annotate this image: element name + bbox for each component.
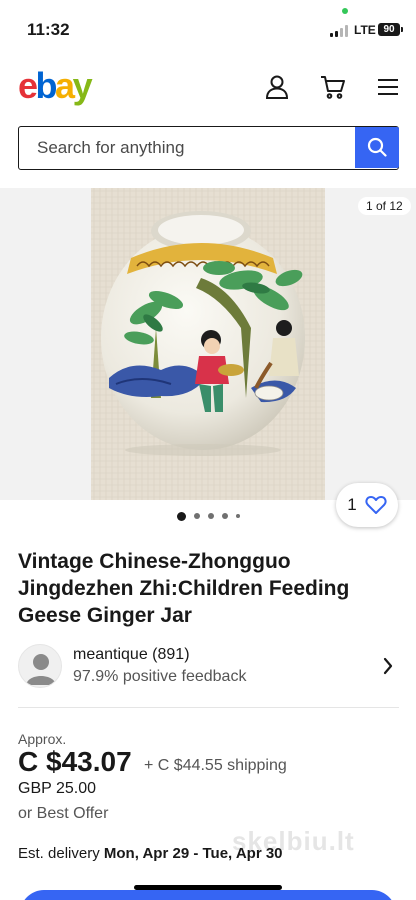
status-bar: 11:32 LTE 90 [0,0,416,56]
network-label: LTE [354,23,376,37]
seller-avatar [18,644,62,688]
privacy-indicator [342,8,348,14]
menu-icon[interactable] [376,74,402,100]
buy-it-now-button[interactable] [20,890,396,900]
cart-icon[interactable] [320,74,346,100]
price: C $43.07 [18,746,132,777]
delivery-estimate: Est. delivery Mon, Apr 29 - Tue, Apr 30 [18,845,283,862]
search-input[interactable] [19,127,355,169]
status-time: 11:32 [27,20,70,39]
seller-feedback: 97.9% positive feedback [73,668,247,685]
listing-title: Vintage Chinese-Zhongguo Jingdezhen Zhi:… [18,550,350,627]
delivery-dates: Mon, Apr 29 - Tue, Apr 30 [103,845,283,862]
approx-label: Approx. [18,731,67,747]
delivery-label: Est. delivery [18,845,100,862]
chevron-right-icon [383,657,393,675]
user-icon[interactable] [264,74,290,100]
home-indicator [134,885,282,890]
carousel-dot[interactable] [235,514,240,518]
image-gallery[interactable] [0,188,416,500]
battery-tip [401,27,403,32]
search-button[interactable] [355,126,399,168]
image-counter: 1 of 12 [358,197,411,215]
search-icon [367,137,387,157]
signal-icon [330,25,350,37]
header: ebay [0,56,416,120]
seller-row[interactable]: meantique (891) 97.9% positive feedback [18,642,399,694]
carousel-dot[interactable] [221,513,228,519]
watch-button[interactable]: 1 [336,483,398,527]
heart-icon [365,496,387,514]
divider [18,707,399,708]
best-offer-label: or Best Offer [18,805,109,822]
seller-name: meantique (891) [73,646,190,663]
search-bar [18,126,399,170]
battery-icon: 90 [378,23,400,36]
carousel-dot[interactable] [176,511,186,521]
carousel-dot[interactable] [207,513,214,519]
original-price: GBP 25.00 [18,780,96,797]
watch-count: 1 [347,495,357,514]
product-photo[interactable] [91,188,325,500]
shipping-cost: + C $44.55 shipping [144,757,287,774]
carousel-dot[interactable] [193,513,200,519]
ebay-logo[interactable]: ebay [18,68,93,104]
